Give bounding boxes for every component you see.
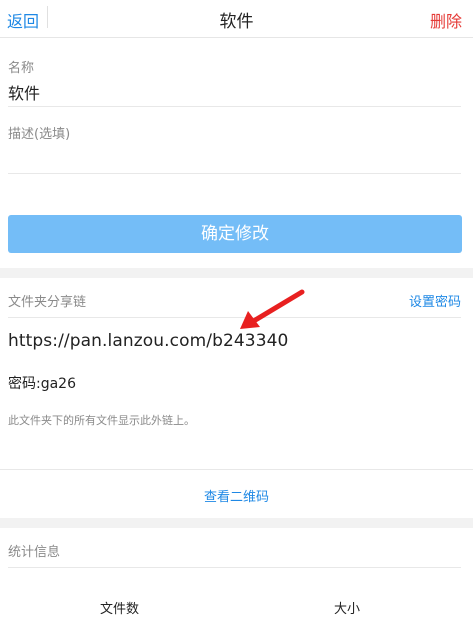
section-gap-2 [0, 518, 473, 528]
description-label: 描述(选填) [8, 127, 71, 142]
description-underline [8, 173, 461, 174]
stat-size-label: 大小 [334, 602, 361, 617]
section-gap [0, 268, 473, 278]
stats-divider [8, 567, 461, 568]
set-password-button[interactable]: 设置密码 [409, 291, 461, 310]
name-label: 名称 [8, 61, 35, 76]
delete-button[interactable]: 删除 [430, 8, 462, 32]
qr-divider [0, 469, 473, 470]
red-arrow-annotation [240, 289, 305, 329]
share-hint: 此文件夹下的所有文件显示此外链上。 [8, 414, 195, 427]
confirm-edit-button[interactable]: 确定修改 [8, 215, 462, 253]
share-header-divider [8, 317, 461, 318]
top-bar: 返回 软件 删除 [0, 0, 473, 38]
share-password: 密码:ga26 [8, 376, 76, 392]
share-link-section-title: 文件夹分享链 [8, 295, 87, 310]
page-title: 软件 [219, 12, 254, 32]
share-link-url[interactable]: https://pan.lanzou.com/b243340 [8, 331, 288, 351]
stat-file-count-label: 文件数 [100, 602, 140, 617]
stats-section-title: 统计信息 [8, 545, 61, 560]
description-field[interactable] [8, 146, 462, 170]
view-qr-code-button[interactable]: 查看二维码 [0, 486, 473, 505]
name-underline [8, 106, 461, 107]
name-field[interactable]: 软件 [8, 80, 40, 104]
